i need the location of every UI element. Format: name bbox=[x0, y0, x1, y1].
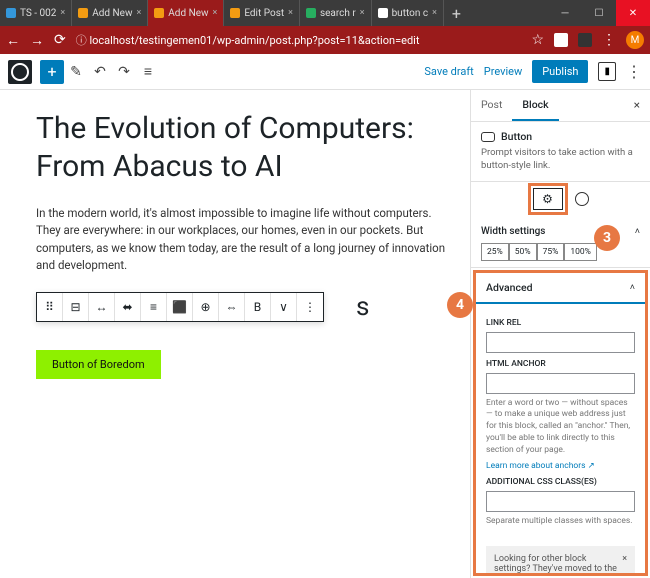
close-window-button[interactable]: ✕ bbox=[616, 0, 650, 26]
justify-icon[interactable]: ≡ bbox=[141, 293, 167, 321]
redo-button[interactable]: ↷ bbox=[112, 60, 136, 84]
publish-button[interactable]: Publish bbox=[532, 60, 588, 83]
move-icon[interactable]: ↔ bbox=[89, 293, 115, 321]
favicon bbox=[6, 8, 16, 18]
link-icon[interactable]: ⇔ bbox=[219, 293, 245, 321]
more-icon[interactable]: ⋮ bbox=[297, 293, 323, 321]
extension-icon[interactable] bbox=[578, 33, 592, 47]
save-draft-button[interactable]: Save draft bbox=[424, 65, 473, 78]
css-classes-input[interactable] bbox=[486, 491, 635, 512]
tab-5[interactable]: search r× bbox=[300, 0, 372, 26]
heading-text-fragment: s bbox=[356, 292, 369, 322]
close-icon[interactable]: × bbox=[136, 8, 141, 18]
favicon bbox=[154, 8, 164, 18]
tab-2[interactable]: Add New× bbox=[72, 0, 148, 26]
dismiss-notice[interactable]: × bbox=[622, 554, 627, 564]
tab-4[interactable]: Edit Post× bbox=[224, 0, 300, 26]
width-75[interactable]: 75% bbox=[537, 243, 565, 261]
close-icon[interactable]: × bbox=[213, 8, 218, 18]
button-block[interactable]: Button of Boredom bbox=[36, 350, 161, 379]
more-menu[interactable]: ⋮ bbox=[626, 62, 642, 81]
browser-tabs: TS - 002× Add New× Add New× Edit Post× s… bbox=[0, 0, 548, 26]
favicon bbox=[378, 8, 388, 18]
anchor-help-text: Enter a word or two — without spaces — t… bbox=[486, 398, 635, 457]
tab-post[interactable]: Post bbox=[471, 90, 512, 121]
tab-1[interactable]: TS - 002× bbox=[0, 0, 72, 26]
align-icon[interactable]: ⬌ bbox=[115, 293, 141, 321]
add-block-button[interactable]: + bbox=[40, 60, 64, 84]
gear-icon: ⚙ bbox=[542, 192, 553, 206]
annotation-callout-4: 4 bbox=[447, 292, 473, 318]
chevron-down-icon[interactable]: ∨ bbox=[271, 293, 297, 321]
paragraph-block[interactable]: In the modern world, it's almost impossi… bbox=[36, 205, 446, 274]
link-rel-label: LINK REL bbox=[486, 318, 635, 328]
close-icon[interactable]: × bbox=[60, 8, 65, 18]
learn-more-link[interactable]: Learn more about anchors ↗ bbox=[486, 461, 595, 471]
add-icon[interactable]: ⊕ bbox=[193, 293, 219, 321]
block-toolbar: ⠿ ⊟ ↔ ⬌ ≡ ⬛ ⊕ ⇔ B ∨ ⋮ bbox=[36, 292, 324, 322]
preview-button[interactable]: Preview bbox=[484, 65, 522, 78]
undo-button[interactable]: ↶ bbox=[88, 60, 112, 84]
css-help-text: Separate multiple classes with spaces. bbox=[486, 516, 635, 528]
styles-moved-notice: Looking for other block settings? They'v… bbox=[486, 546, 635, 576]
bold-icon[interactable]: B bbox=[245, 293, 271, 321]
address-bar[interactable]: ⓘ localhost/testingemen01/wp-admin/post.… bbox=[76, 32, 522, 48]
close-icon[interactable]: × bbox=[432, 8, 437, 18]
chevron-up-icon[interactable]: ˄ bbox=[635, 226, 640, 237]
advanced-panel: Advanced ˄ LINK REL HTML ANCHOR Enter a w… bbox=[473, 270, 648, 576]
fill-icon[interactable]: ⬛ bbox=[167, 293, 193, 321]
width-settings-title[interactable]: Width settings bbox=[481, 226, 545, 237]
tab-6[interactable]: button c× bbox=[372, 0, 444, 26]
wp-logo[interactable] bbox=[8, 60, 32, 84]
css-classes-label: ADDITIONAL CSS CLASS(ES) bbox=[486, 477, 635, 487]
width-25[interactable]: 25% bbox=[481, 243, 509, 261]
heading-block[interactable]: ⠿ ⊟ ↔ ⬌ ≡ ⬛ ⊕ ⇔ B ∨ ⋮ s bbox=[36, 292, 446, 322]
close-icon[interactable]: × bbox=[288, 8, 293, 18]
menu-icon[interactable]: ⋮ bbox=[602, 32, 616, 48]
block-description: Prompt visitors to take action with a bu… bbox=[481, 146, 640, 173]
html-anchor-input[interactable] bbox=[486, 373, 635, 394]
tab-block[interactable]: Block bbox=[512, 90, 558, 121]
width-100[interactable]: 100% bbox=[564, 243, 597, 261]
outline-button[interactable]: ≡ bbox=[136, 60, 160, 84]
link-rel-input[interactable] bbox=[486, 332, 635, 353]
extension-icon[interactable] bbox=[554, 33, 568, 47]
close-sidebar-button[interactable]: × bbox=[624, 90, 650, 121]
forward-button[interactable]: → bbox=[30, 32, 44, 49]
width-50[interactable]: 50% bbox=[509, 243, 537, 261]
reload-button[interactable]: ⟳ bbox=[54, 32, 66, 48]
favicon bbox=[306, 8, 316, 18]
edit-tool[interactable]: ✎ bbox=[64, 60, 88, 84]
button-block-icon bbox=[481, 132, 495, 142]
chevron-up-icon[interactable]: ˄ bbox=[630, 282, 635, 293]
close-icon[interactable]: × bbox=[360, 8, 365, 18]
star-icon[interactable]: ☆ bbox=[531, 32, 544, 48]
favicon bbox=[230, 8, 240, 18]
settings-sidebar: Post Block × Button Prompt visitors to t… bbox=[470, 90, 650, 578]
new-tab-button[interactable]: + bbox=[444, 0, 469, 26]
block-type-icon[interactable]: ⊟ bbox=[63, 293, 89, 321]
settings-panel-toggle[interactable]: ▮ bbox=[598, 62, 616, 81]
annotation-callout-3: 3 bbox=[594, 225, 620, 251]
advanced-title[interactable]: Advanced bbox=[486, 281, 533, 294]
favicon bbox=[78, 8, 88, 18]
styles-tab-button[interactable]: ⚙ bbox=[533, 188, 563, 210]
post-title[interactable]: The Evolution of Computers: From Abacus … bbox=[36, 110, 446, 185]
block-name: Button bbox=[501, 130, 532, 143]
editor-canvas[interactable]: The Evolution of Computers: From Abacus … bbox=[0, 54, 470, 578]
html-anchor-label: HTML ANCHOR bbox=[486, 359, 635, 369]
profile-avatar[interactable]: M bbox=[626, 31, 644, 49]
minimize-button[interactable]: ─ bbox=[548, 0, 582, 26]
back-button[interactable]: ← bbox=[6, 32, 20, 49]
drag-handle-icon[interactable]: ⠿ bbox=[37, 293, 63, 321]
style-outline[interactable] bbox=[575, 192, 589, 206]
maximize-button[interactable]: ☐ bbox=[582, 0, 616, 26]
tab-3-active[interactable]: Add New× bbox=[148, 0, 224, 26]
